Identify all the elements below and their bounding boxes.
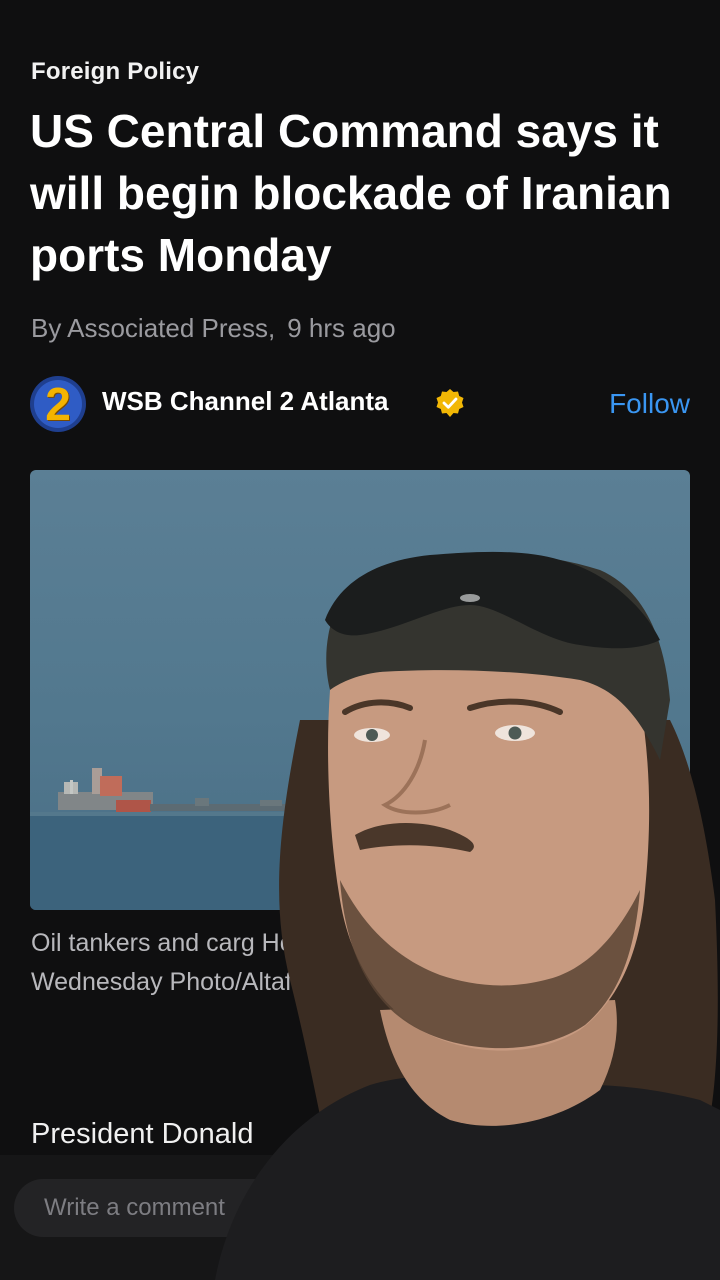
publisher-name[interactable]: WSB Channel 2 Atlanta — [102, 386, 389, 417]
publisher-logo[interactable]: 2 — [30, 376, 86, 432]
article-headline: US Central Command says it will begin bl… — [30, 105, 672, 281]
publisher-logo-number: 2 — [45, 378, 71, 430]
byline-time: 9 hrs ago — [287, 313, 396, 343]
article-body-first-line: President Donald — [31, 1118, 254, 1150]
byline-author: By Associated Press, — [31, 313, 276, 343]
follow-button[interactable]: Follow — [609, 388, 690, 420]
article-category[interactable]: Foreign Policy — [31, 58, 199, 86]
article-view: Foreign Policy US Central Command says i… — [0, 0, 720, 1280]
distant-ship — [58, 768, 300, 812]
image-caption: Oil tankers and carg Hormuz as seen fro … — [31, 929, 593, 996]
comment-bar — [0, 1155, 720, 1280]
verified-badge-icon — [436, 389, 464, 417]
ship-scene-image — [30, 768, 690, 910]
publisher-row: 2 WSB Channel 2 Atlanta Follow — [30, 376, 690, 434]
comment-input[interactable] — [14, 1179, 574, 1237]
article-byline: By Associated Press, 9 hrs ago — [31, 313, 396, 344]
article-hero-image[interactable] — [30, 470, 690, 910]
